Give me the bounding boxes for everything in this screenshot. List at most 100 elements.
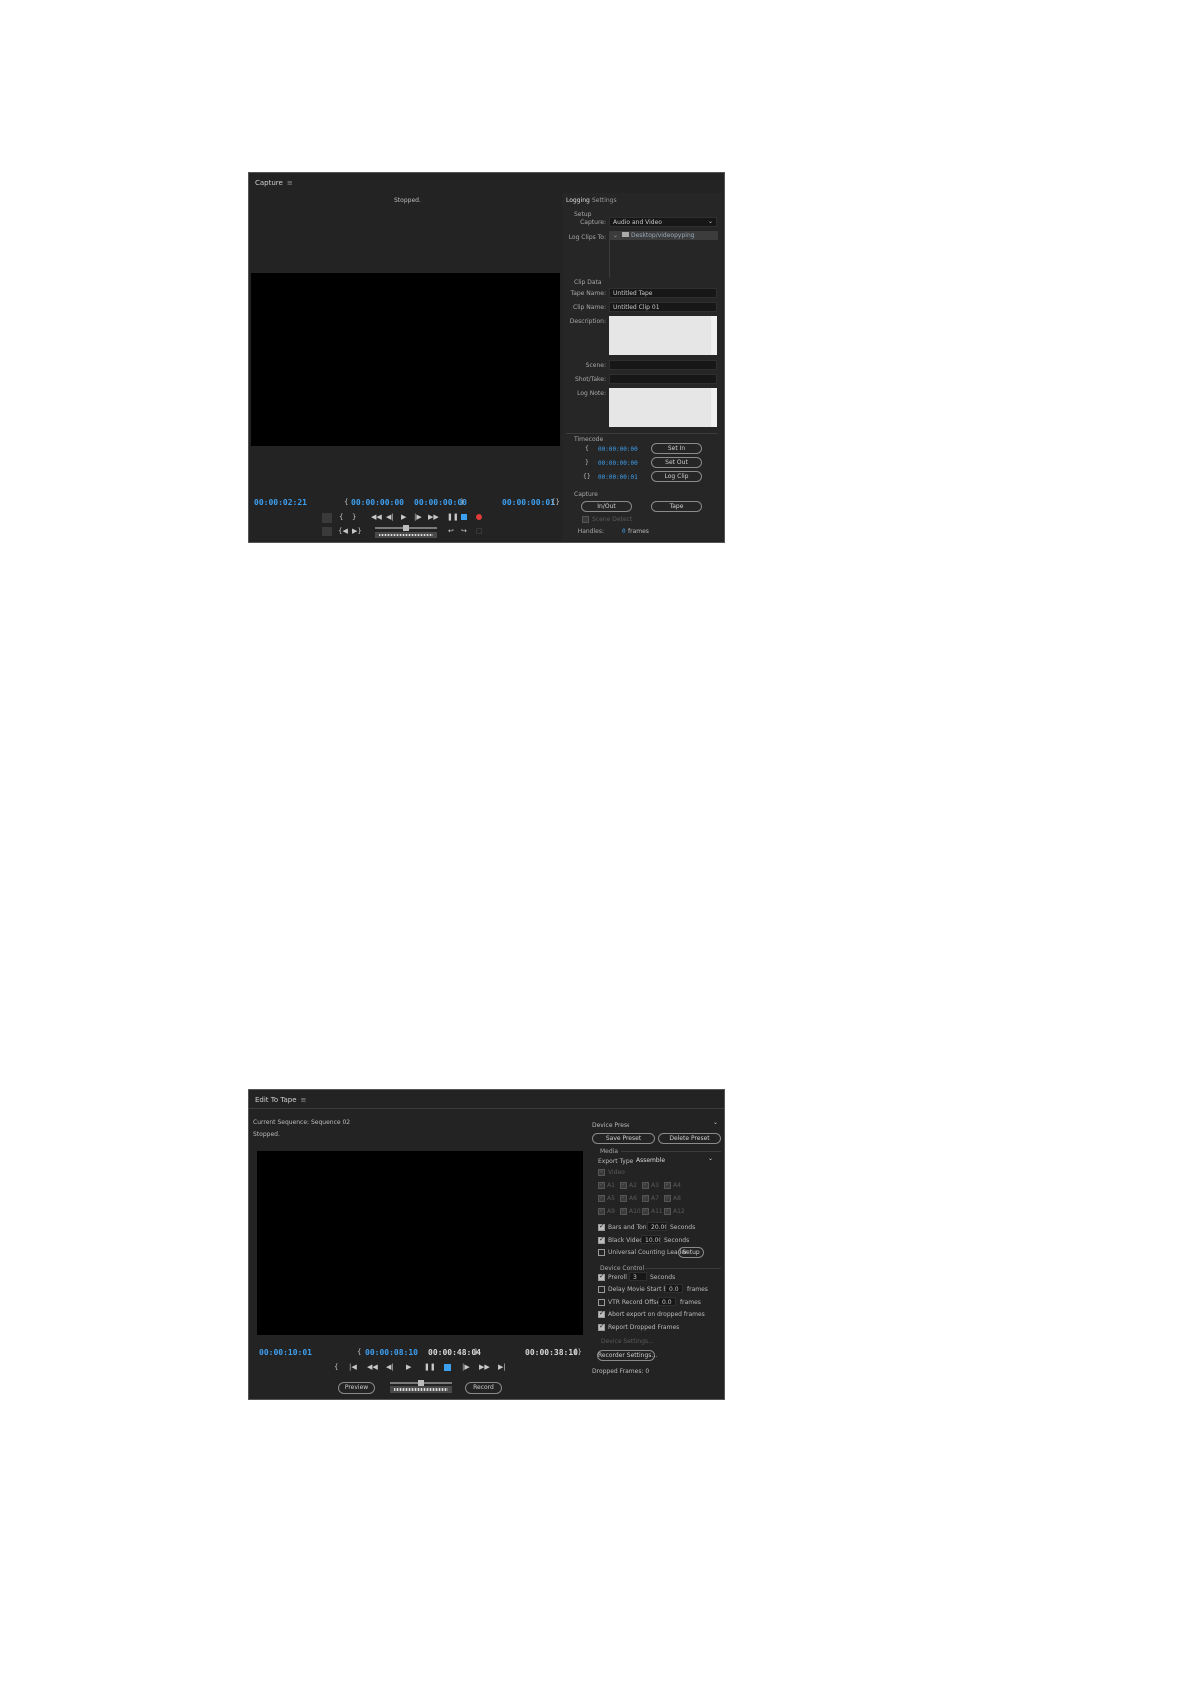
audio-track-grid: A1 A2 A3 A4 A5 A6 A7 A8 A9 A10 A11 A12 (598, 1180, 698, 1222)
chevron-down-icon: ⌄ (613, 232, 619, 239)
black-video-field[interactable]: 10.00 (641, 1235, 661, 1244)
jog-wheel[interactable] (375, 532, 437, 538)
tape-button[interactable]: Tape (651, 501, 702, 512)
bars-tone-checkbox[interactable] (598, 1222, 605, 1231)
export-type-select[interactable]: Assemble ⌄ (633, 1156, 716, 1165)
capture-current-timecode[interactable]: 00:00:02:21 (254, 498, 307, 507)
recorder-settings-button[interactable]: Recorder Settings... (597, 1350, 657, 1361)
duration-timecode: 00:00:00:01 (598, 474, 638, 481)
delete-preset-button[interactable]: Delete Preset (658, 1133, 721, 1144)
vtr-frames-label: frames (680, 1299, 701, 1306)
black-video-label: Black Video (608, 1237, 643, 1244)
log-note-textarea[interactable] (609, 388, 717, 427)
pause-icon[interactable]: ❚❚ (447, 513, 459, 521)
panel-menu-icon[interactable]: ≡ (287, 179, 293, 187)
scene-search-icon[interactable] (322, 527, 332, 536)
rewind-icon[interactable]: ◀◀ (371, 513, 382, 521)
tab-logging[interactable]: Logging (566, 197, 590, 204)
delay-movie-field[interactable]: 0.0 (665, 1284, 683, 1293)
capture-panel: Capture ≡ Stopped. 00:00:02:21 { 00:00:00… (248, 172, 725, 543)
go-to-out-icon[interactable]: ▶} (352, 527, 362, 535)
save-preset-button[interactable]: Save Preset (592, 1133, 655, 1144)
fast-forward-icon[interactable]: ▶▶ (428, 513, 439, 521)
step-forward-icon[interactable]: |▶ (414, 513, 422, 521)
go-to-out-icon[interactable]: ▶| (498, 1363, 506, 1371)
set-in-icon[interactable]: { (339, 513, 343, 521)
handles-frames-label: frames (628, 528, 649, 535)
track-checkbox (620, 1206, 627, 1215)
out-point-timecode[interactable]: 00:00:00:00 (598, 460, 638, 467)
chevron-down-icon: ⌄ (707, 1156, 713, 1162)
capture-in-timecode[interactable]: 00:00:00:00 (351, 498, 404, 507)
vtr-offset-checkbox[interactable] (598, 1299, 605, 1306)
preroll-checkbox[interactable] (598, 1272, 605, 1281)
stop-icon[interactable] (461, 514, 467, 520)
handles-value[interactable]: 0 (622, 528, 626, 535)
bars-tone-field[interactable]: 20.00 (647, 1222, 667, 1231)
shuttle-slider[interactable] (390, 1380, 452, 1386)
in-out-button[interactable]: In/Out (581, 501, 632, 512)
report-dropped-checkbox[interactable] (598, 1322, 605, 1331)
rewind-icon[interactable]: ◀◀ (367, 1363, 378, 1371)
play-icon[interactable]: ▶ (401, 513, 406, 521)
shot-take-field[interactable] (609, 374, 717, 384)
panel-menu-icon[interactable]: ≡ (301, 1096, 307, 1104)
abort-export-checkbox[interactable] (598, 1309, 605, 1318)
shuttle-slider[interactable] (375, 525, 437, 531)
current-sequence: Current Sequence: Sequence 02 (253, 1119, 351, 1126)
set-out-icon[interactable]: } (352, 513, 356, 521)
device-preset-select[interactable]: ⌄ (629, 1120, 721, 1129)
track-label: A2 (629, 1182, 637, 1189)
ett-current-timecode[interactable]: 00:00:10:01 (259, 1348, 312, 1357)
divider (566, 433, 718, 434)
preroll-seconds-label: Seconds (650, 1274, 676, 1281)
capture-duration-timecode[interactable]: 00:00:00:01 (502, 498, 555, 507)
record-icon[interactable] (476, 514, 482, 520)
previous-scene-icon[interactable]: ↩ (448, 527, 454, 535)
play-icon[interactable]: ▶ (406, 1363, 411, 1371)
step-forward-icon[interactable]: |▶ (462, 1363, 470, 1371)
ucl-checkbox[interactable] (598, 1249, 605, 1256)
set-in-button[interactable]: Set In (651, 443, 702, 454)
scene-detect-checkbox[interactable] (582, 516, 589, 523)
preview-button[interactable]: Preview (338, 1382, 375, 1394)
ett-in-timecode[interactable]: 00:00:08:10 (365, 1348, 418, 1357)
go-to-in-icon[interactable]: |◀ (349, 1363, 357, 1371)
description-textarea[interactable] (609, 316, 717, 355)
audio-icon[interactable]: □ (476, 527, 483, 535)
record-button[interactable]: Record (465, 1382, 502, 1394)
preroll-field[interactable]: 3 (629, 1272, 647, 1281)
in-point-timecode[interactable]: 00:00:00:00 (598, 446, 638, 453)
panel-title: Capture ≡ (255, 179, 293, 187)
track-checkbox (642, 1193, 649, 1202)
record-mode-icon[interactable] (322, 513, 332, 523)
delay-movie-checkbox[interactable] (598, 1286, 605, 1293)
set-out-button[interactable]: Set Out (651, 457, 702, 468)
track-label: A7 (651, 1195, 659, 1202)
next-scene-icon[interactable]: ↪ (461, 527, 467, 535)
track-label: A8 (673, 1195, 681, 1202)
export-type-label: Export Type: (598, 1158, 636, 1165)
step-back-icon[interactable]: ◀| (386, 1363, 394, 1371)
log-clip-button[interactable]: Log Clip (651, 471, 702, 482)
scene-field[interactable] (609, 360, 717, 370)
pause-icon[interactable]: ❚❚ (424, 1363, 436, 1371)
capture-select[interactable]: Audio and Video ⌄ (609, 217, 717, 227)
tape-name-field[interactable]: Untitled Tape (609, 288, 717, 298)
track-checkbox (598, 1206, 605, 1215)
clip-name-field[interactable]: Untitled Clip 01 (609, 302, 717, 312)
handles-label: Handles: (577, 528, 604, 535)
fast-forward-icon[interactable]: ▶▶ (479, 1363, 490, 1371)
ucl-setup-button[interactable]: Setup (678, 1247, 704, 1258)
jog-wheel[interactable] (390, 1386, 452, 1393)
delay-frames-label: frames (687, 1286, 708, 1293)
mark-icon[interactable]: { (334, 1363, 338, 1371)
black-video-checkbox[interactable] (598, 1235, 605, 1244)
vtr-offset-field[interactable]: 0.0 (658, 1297, 676, 1306)
tab-settings[interactable]: Settings (592, 197, 617, 204)
track-label: A3 (651, 1182, 659, 1189)
bin-item[interactable]: ⌄ Desktop/videopyping (610, 231, 718, 240)
stop-icon[interactable] (444, 1364, 451, 1371)
go-to-in-icon[interactable]: {◀ (338, 527, 348, 535)
step-back-icon[interactable]: ◀| (386, 513, 394, 521)
